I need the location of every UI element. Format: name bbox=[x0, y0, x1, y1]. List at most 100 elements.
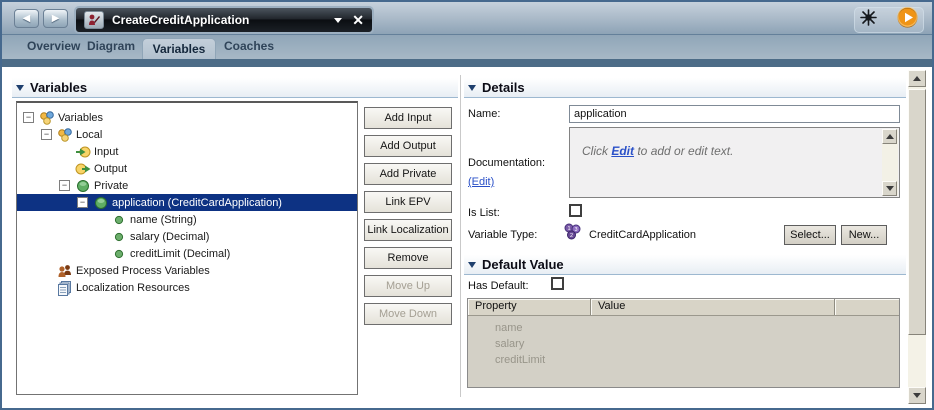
variables-section-title: Variables bbox=[30, 80, 88, 95]
forward-icon[interactable]: ▶ bbox=[43, 9, 68, 28]
app-window: ◀ ▶ CreateCreditApplication ✕ Overview D… bbox=[0, 0, 934, 410]
exposed-people-icon bbox=[56, 263, 73, 279]
svg-text:1: 1 bbox=[567, 226, 570, 232]
name-label: Name: bbox=[468, 108, 501, 120]
column-header-spacer bbox=[835, 299, 899, 315]
scroll-up-icon[interactable] bbox=[882, 129, 897, 144]
tab-variables[interactable]: Variables bbox=[142, 38, 216, 59]
default-value-section-header[interactable]: Default Value bbox=[464, 255, 906, 275]
tree-item-input[interactable]: Input bbox=[17, 143, 357, 160]
tree-item-name[interactable]: name (String) bbox=[17, 211, 357, 228]
table-row: salary bbox=[495, 338, 525, 350]
add-input-button[interactable]: Add Input bbox=[364, 107, 452, 129]
documentation-scrollbar[interactable] bbox=[882, 129, 898, 196]
new-type-button[interactable]: New... bbox=[841, 225, 887, 245]
tree-label: Output bbox=[94, 162, 128, 175]
has-default-label: Has Default: bbox=[468, 280, 529, 292]
is-list-checkbox[interactable] bbox=[569, 204, 582, 217]
tree-item-local[interactable]: Local bbox=[17, 126, 357, 143]
link-epv-button[interactable]: Link EPV bbox=[364, 191, 452, 213]
input-arrow-icon bbox=[74, 144, 91, 160]
collapse-triangle-icon bbox=[468, 261, 476, 268]
toolbar-actions bbox=[854, 6, 924, 33]
inline-edit-link[interactable]: Edit bbox=[611, 144, 634, 158]
tree-label: Variables bbox=[58, 111, 104, 124]
close-icon[interactable]: ✕ bbox=[352, 13, 364, 27]
scroll-down-icon[interactable] bbox=[882, 181, 897, 196]
tree-item-private[interactable]: Private bbox=[17, 177, 357, 194]
link-localization-button[interactable]: Link Localization bbox=[364, 219, 452, 241]
column-header-value[interactable]: Value bbox=[591, 299, 835, 315]
localization-docs-icon bbox=[56, 280, 73, 296]
add-private-button[interactable]: Add Private bbox=[364, 163, 452, 185]
table-row: name bbox=[495, 322, 523, 334]
document-tab[interactable]: CreateCreditApplication ✕ bbox=[74, 6, 374, 34]
add-output-button[interactable]: Add Output bbox=[364, 135, 452, 157]
remove-button[interactable]: Remove bbox=[364, 247, 452, 269]
tree-item-salary[interactable]: salary (Decimal) bbox=[17, 228, 357, 245]
table-row: creditLimit bbox=[495, 354, 546, 366]
scroll-down-icon[interactable] bbox=[908, 387, 926, 404]
tree-label: creditLimit (Decimal) bbox=[130, 247, 231, 260]
run-play-icon[interactable] bbox=[897, 6, 918, 33]
collapse-toggle[interactable] bbox=[41, 129, 52, 140]
has-default-checkbox[interactable] bbox=[551, 277, 564, 290]
select-type-button[interactable]: Select... bbox=[784, 225, 836, 245]
tree-item-output[interactable]: Output bbox=[17, 160, 357, 177]
top-toolbar: ◀ ▶ CreateCreditApplication ✕ bbox=[2, 2, 932, 35]
tree-item-application[interactable]: application (CreditCardApplication) bbox=[17, 194, 357, 211]
collapse-toggle[interactable] bbox=[59, 180, 70, 191]
tab-coaches[interactable]: Coaches bbox=[224, 39, 274, 53]
details-section-header[interactable]: Details bbox=[464, 78, 906, 98]
tree-item-variables[interactable]: Variables bbox=[17, 109, 357, 126]
tree-item-creditlimit[interactable]: creditLimit (Decimal) bbox=[17, 245, 357, 262]
tab-diagram[interactable]: Diagram bbox=[87, 39, 135, 53]
default-value-section-title: Default Value bbox=[482, 257, 564, 272]
tree-label: Localization Resources bbox=[76, 281, 190, 294]
details-section-title: Details bbox=[482, 80, 525, 95]
move-up-button: Move Up bbox=[364, 275, 452, 297]
leaf-dot-icon bbox=[110, 246, 127, 262]
tree-label: name (String) bbox=[130, 213, 197, 226]
private-sphere-icon bbox=[92, 195, 109, 211]
documentation-label: Documentation: bbox=[468, 157, 546, 169]
variables-section-header[interactable]: Variables bbox=[12, 78, 458, 98]
variables-tree: Variables Local bbox=[16, 101, 358, 395]
column-header-property[interactable]: Property bbox=[468, 299, 591, 315]
chevron-down-icon[interactable] bbox=[334, 17, 343, 23]
content-area: Variables Variables bbox=[2, 67, 932, 408]
collapse-toggle[interactable] bbox=[77, 197, 88, 208]
scrollbar-thumb[interactable] bbox=[908, 89, 926, 335]
documentation-box[interactable]: Click Edit to add or edit text. bbox=[569, 127, 900, 198]
move-down-button: Move Down bbox=[364, 303, 452, 325]
details-scrollbar[interactable] bbox=[908, 70, 926, 404]
name-input[interactable] bbox=[569, 105, 900, 123]
tree-label: salary (Decimal) bbox=[130, 230, 210, 243]
table-header-row: Property Value bbox=[468, 299, 899, 316]
panel-divider bbox=[460, 75, 461, 397]
variable-type-value: CreditCardApplication bbox=[589, 229, 696, 241]
variables-cluster-icon bbox=[38, 110, 55, 126]
human-service-icon bbox=[84, 11, 104, 29]
debug-icon[interactable] bbox=[860, 9, 877, 31]
tree-label: application (CreditCardApplication) bbox=[112, 196, 282, 209]
collapse-toggle[interactable] bbox=[23, 112, 34, 123]
default-value-table: Property Value name salary creditLimit bbox=[467, 298, 900, 388]
variables-cluster-icon bbox=[56, 127, 73, 143]
is-list-label: Is List: bbox=[468, 207, 500, 219]
tree-item-exposed-process-variables[interactable]: Exposed Process Variables bbox=[17, 262, 357, 279]
document-title: CreateCreditApplication bbox=[112, 13, 250, 27]
leaf-dot-icon bbox=[110, 212, 127, 228]
tree-item-localization-resources[interactable]: Localization Resources bbox=[17, 279, 357, 296]
svg-text:2: 2 bbox=[570, 233, 573, 239]
scroll-up-icon[interactable] bbox=[908, 70, 926, 87]
private-sphere-icon bbox=[74, 178, 91, 194]
tab-overview[interactable]: Overview bbox=[27, 39, 80, 53]
variable-type-icon: 1 3 2 bbox=[563, 222, 582, 246]
svg-text:3: 3 bbox=[574, 227, 577, 233]
documentation-edit-link[interactable]: (Edit) bbox=[468, 176, 494, 188]
output-arrow-icon bbox=[74, 161, 91, 177]
variable-type-label: Variable Type: bbox=[468, 229, 538, 241]
back-icon[interactable]: ◀ bbox=[14, 9, 39, 28]
leaf-dot-icon bbox=[110, 229, 127, 245]
